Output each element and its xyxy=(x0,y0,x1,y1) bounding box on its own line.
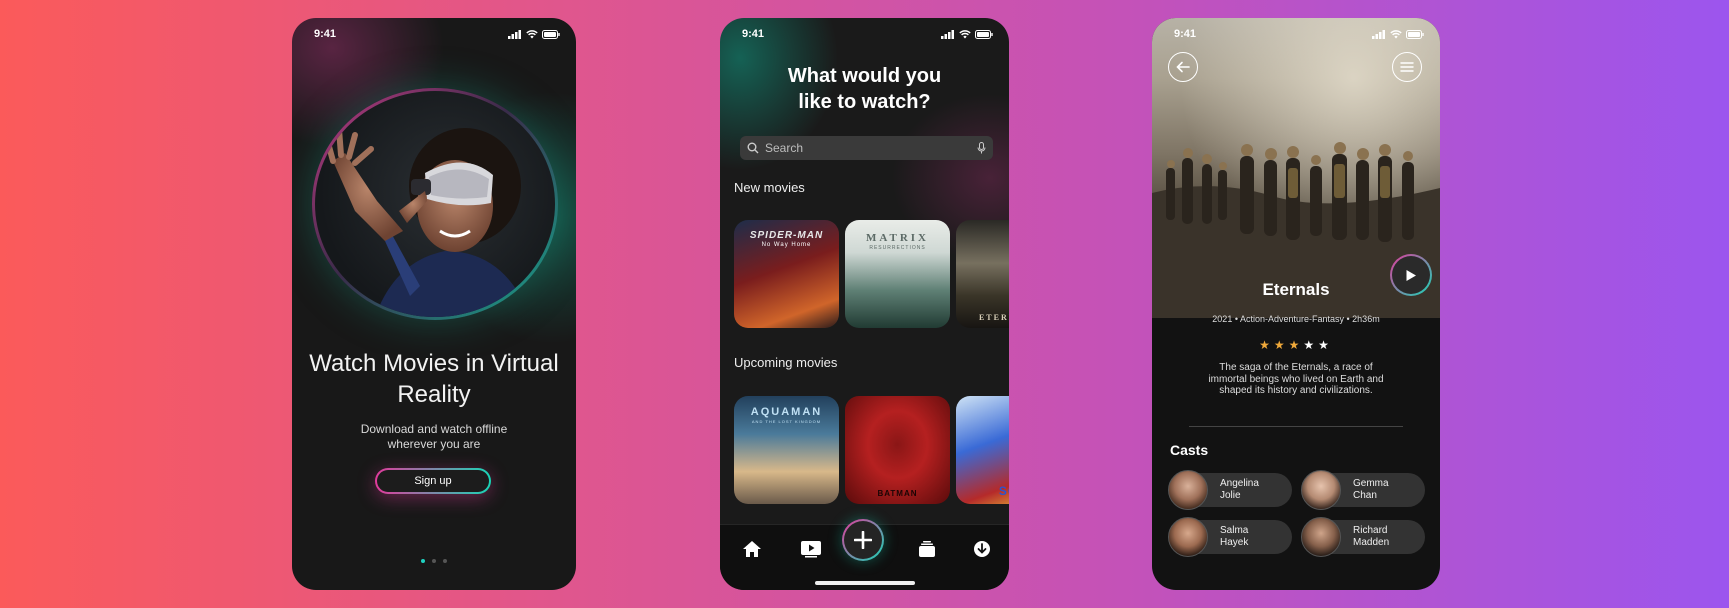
avatar xyxy=(1301,517,1341,557)
movie-poster[interactable]: ETERNALS xyxy=(956,220,1009,328)
tab-home[interactable] xyxy=(740,537,764,561)
poster-title: BATMAN xyxy=(877,489,918,498)
page-dot[interactable] xyxy=(443,559,447,563)
status-bar: 9:41 xyxy=(1174,26,1424,42)
movie-poster[interactable]: BATMAN xyxy=(845,396,950,504)
sign-up-button[interactable]: Sign up xyxy=(375,468,491,494)
tab-videos[interactable] xyxy=(799,537,823,561)
avatar xyxy=(1168,517,1208,557)
bottom-tab-bar xyxy=(720,521,1009,590)
poster-title: SO xyxy=(998,484,1009,498)
poster-title: MATRIX xyxy=(865,232,929,244)
cast-item[interactable]: Gemma Chan xyxy=(1301,470,1425,510)
status-time: 9:41 xyxy=(742,28,765,40)
download-icon xyxy=(974,541,990,557)
cast-item[interactable]: Richard Madden xyxy=(1301,517,1425,557)
battery-icon xyxy=(975,29,993,39)
back-button[interactable] xyxy=(1168,52,1198,82)
casts-title: Casts xyxy=(1170,442,1209,458)
cast-name: Richard Madden xyxy=(1353,525,1390,548)
wifi-icon xyxy=(526,29,538,38)
onboarding-subtitle: Download and watch offline wherever you … xyxy=(360,422,508,451)
browse-title: What would you like to watch? xyxy=(787,65,942,113)
new-movies-title: New movies xyxy=(734,180,805,195)
battery-icon xyxy=(1406,29,1424,39)
cast-name: Salma Hayek xyxy=(1220,525,1249,548)
star-icon: ★ xyxy=(1303,338,1319,352)
movie-detail-screen: 9:41 Eternals 2021 • Action-Adventure-Fa… xyxy=(1152,18,1440,590)
browse-screen: 9:41 What would you like to watch? Searc… xyxy=(720,18,1009,590)
menu-icon xyxy=(1400,62,1414,72)
signal-icon xyxy=(941,29,954,39)
poster-subtitle: No Way Home xyxy=(761,242,812,248)
tab-library[interactable] xyxy=(915,537,939,561)
search-input[interactable]: Search xyxy=(765,141,971,155)
home-indicator xyxy=(815,581,915,585)
page-indicator xyxy=(292,559,576,563)
movie-description: The saga of the Eternals, a race of immo… xyxy=(1208,362,1384,396)
tab-downloads[interactable] xyxy=(970,537,994,561)
arrow-left-icon xyxy=(1176,61,1190,73)
page-dot[interactable] xyxy=(421,559,425,563)
add-button[interactable] xyxy=(842,519,884,561)
play-icon xyxy=(1406,269,1416,281)
library-icon xyxy=(919,541,935,557)
rating-stars: ★★★★★ xyxy=(1152,338,1440,352)
status-time: 9:41 xyxy=(1174,28,1197,40)
poster-title: SPIDER-MAN xyxy=(749,230,824,241)
upcoming-movies-row[interactable]: AQUAMAN AND THE LOST KINGDOM BATMAN SO xyxy=(734,396,1009,504)
status-bar: 9:41 xyxy=(742,26,993,42)
battery-icon xyxy=(542,29,560,39)
cast-item[interactable]: Salma Hayek xyxy=(1168,517,1292,557)
cast-item[interactable]: Angelina Jolie xyxy=(1168,470,1292,510)
movie-poster[interactable]: SPIDER-MAN No Way Home xyxy=(734,220,839,328)
star-icon: ★ xyxy=(1259,338,1274,352)
new-movies-row[interactable]: SPIDER-MAN No Way Home MATRIX RESURRECTI… xyxy=(734,220,1009,328)
cast-name: Angelina Jolie xyxy=(1220,478,1259,501)
onboarding-screen: 9:41 Watch Movies in Virtual Reality Dow… xyxy=(292,18,576,590)
microphone-icon[interactable] xyxy=(977,142,986,154)
status-bar: 9:41 xyxy=(314,26,560,42)
cast-name: Gemma Chan xyxy=(1353,478,1389,501)
movie-poster[interactable]: SO xyxy=(956,396,1009,504)
page-dot[interactable] xyxy=(432,559,436,563)
search-icon xyxy=(747,142,759,154)
status-time: 9:41 xyxy=(314,28,337,40)
onboarding-title: Watch Movies in Virtual Reality xyxy=(309,350,559,408)
wifi-icon xyxy=(1390,29,1402,38)
poster-subtitle: RESURRECTIONS xyxy=(869,245,926,251)
movie-meta: 2021 • Action-Adventure-Fantasy • 2h36m xyxy=(1212,314,1380,324)
star-icon: ★ xyxy=(1273,338,1289,352)
signal-icon xyxy=(508,29,521,39)
upcoming-movies-title: Upcoming movies xyxy=(734,355,838,370)
star-icon: ★ xyxy=(1318,338,1333,352)
plus-icon xyxy=(854,531,872,549)
play-trailer-button[interactable] xyxy=(1390,254,1432,296)
poster-title: AQUAMAN xyxy=(750,406,823,418)
poster-title: ETERNALS xyxy=(978,313,1009,322)
wifi-icon xyxy=(959,29,971,38)
menu-button[interactable] xyxy=(1392,52,1422,82)
home-icon xyxy=(743,541,761,557)
signal-icon xyxy=(1372,29,1385,39)
avatar xyxy=(1301,470,1341,510)
vr-hero-image xyxy=(312,88,558,320)
movie-poster[interactable]: MATRIX RESURRECTIONS xyxy=(845,220,950,328)
star-icon: ★ xyxy=(1288,338,1304,352)
divider xyxy=(1189,426,1403,427)
movie-poster[interactable]: AQUAMAN AND THE LOST KINGDOM xyxy=(734,396,839,504)
avatar xyxy=(1168,470,1208,510)
poster-subtitle: AND THE LOST KINGDOM xyxy=(751,419,822,424)
vr-person-illustration xyxy=(324,126,530,317)
search-bar[interactable]: Search xyxy=(740,136,993,160)
play-icon xyxy=(801,541,821,558)
